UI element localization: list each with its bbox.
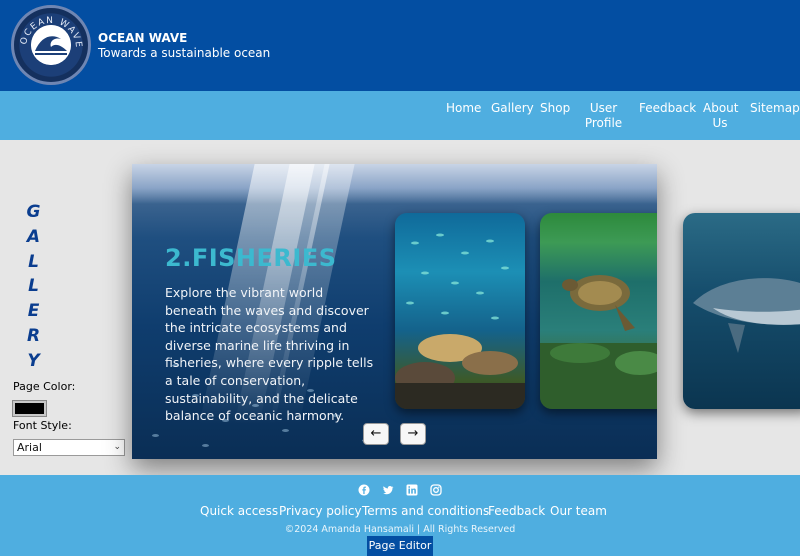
prev-slide-button[interactable]: ←	[363, 423, 389, 445]
water-surface	[132, 164, 657, 204]
turtle-image-card[interactable]	[540, 213, 657, 409]
site-header: OCEAN WAVE OCEAN WAVE Towards a sustaina…	[0, 0, 800, 91]
gallery-letter: L	[28, 276, 40, 297]
gallery-letter: A	[26, 226, 42, 247]
wave-icon	[31, 25, 71, 65]
page-editor-button[interactable]: Page Editor	[367, 536, 433, 556]
nav-user-profile[interactable]: User Profile	[583, 101, 624, 131]
copyright-text: ©2024 Amanda Hansamali | All Rights Rese…	[284, 524, 516, 535]
whale-illustration	[693, 278, 800, 353]
twitter-icon[interactable]	[382, 484, 394, 496]
nav-about-us[interactable]: About Us	[703, 101, 738, 131]
page-color-picker[interactable]	[12, 400, 47, 417]
reef-illustration	[395, 233, 525, 409]
linkedin-icon[interactable]	[406, 484, 418, 496]
font-style-value: Arial	[17, 441, 42, 454]
gallery-letter: E	[27, 301, 41, 322]
chevron-down-icon: ⌄	[113, 442, 121, 452]
brand-title: OCEAN WAVE	[98, 31, 188, 45]
fish-shape	[282, 429, 289, 432]
gallery-vertical-title: G A L L E R Y	[20, 200, 48, 374]
footer-link-quick-access[interactable]: Quick access	[200, 504, 278, 518]
nav-shop[interactable]: Shop	[540, 101, 570, 116]
turtle-illustration	[540, 275, 657, 409]
whale-image-card[interactable]	[683, 213, 800, 409]
font-style-label: Font Style:	[13, 419, 72, 432]
nav-gallery[interactable]: Gallery	[491, 101, 534, 116]
gallery-letter: R	[26, 325, 42, 346]
footer-link-terms[interactable]: Terms and conditions	[362, 504, 489, 518]
nav-feedback[interactable]: Feedback	[639, 101, 696, 116]
gallery-letter: L	[28, 251, 40, 272]
nav-sitemap[interactable]: Sitemap	[750, 101, 800, 116]
font-style-select[interactable]: Arial ⌄	[13, 439, 125, 456]
gallery-letter: Y	[27, 350, 41, 371]
footer-link-privacy-policy[interactable]: Privacy policy	[279, 504, 362, 518]
ocean-wave-logo[interactable]: OCEAN WAVE	[11, 5, 91, 85]
footer-link-our-team[interactable]: Our team	[550, 504, 607, 518]
gallery-letter: G	[26, 202, 42, 222]
slide-heading: 2.FISHERIES	[165, 244, 337, 272]
instagram-icon[interactable]	[430, 484, 442, 496]
brand-subtitle: Towards a sustainable ocean	[98, 46, 271, 60]
facebook-icon[interactable]	[358, 484, 370, 496]
nav-home[interactable]: Home	[446, 101, 481, 116]
slide-description: Explore the vibrant world beneath the wa…	[165, 285, 374, 424]
main-nav: Home Gallery Shop User Profile Feedback …	[0, 91, 800, 140]
footer-link-feedback[interactable]: Feedback	[488, 504, 545, 518]
reef-image-card[interactable]	[395, 213, 525, 409]
fish-shape	[202, 444, 209, 447]
page-color-label: Page Color:	[13, 380, 76, 393]
site-footer: Quick access Privacy policy Terms and co…	[0, 475, 800, 556]
gallery-slider: 2.FISHERIES Explore the vibrant world be…	[132, 164, 657, 459]
next-slide-button[interactable]: →	[400, 423, 426, 445]
fish-shape	[152, 434, 159, 437]
